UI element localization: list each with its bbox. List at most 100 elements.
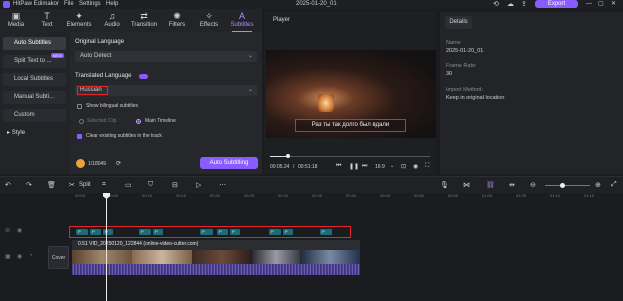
style-label: Style (11, 130, 26, 136)
zoom-in-icon[interactable]: ⊕ (595, 181, 601, 189)
menu-file[interactable]: File (64, 0, 74, 9)
progress-track[interactable] (270, 154, 430, 158)
translated-language-select[interactable]: Russian ⌄ (75, 85, 257, 96)
tab-elements[interactable]: ✦ Elements (63, 10, 95, 32)
prev-frame-icon[interactable]: ⏮ (336, 163, 341, 170)
track-lock-icon[interactable]: ▣ (5, 253, 11, 260)
sidebar-item-local-subtitles[interactable]: Local Subtitles (3, 73, 66, 86)
snap-icon[interactable]: ⇹ (509, 181, 515, 189)
redo-icon[interactable]: ↷ (26, 181, 32, 189)
cloud-icon[interactable]: ☁ (507, 0, 514, 9)
next-frame-icon[interactable]: ⏭ (362, 163, 367, 170)
tab-details[interactable]: Details (445, 16, 472, 29)
playhead[interactable] (103, 193, 110, 301)
subtitle-clip[interactable]: Р (90, 229, 101, 235)
subtitle-clip[interactable]: Р (153, 229, 163, 235)
subtitle-clip[interactable]: Р (103, 229, 113, 235)
main-timeline-radio[interactable] (136, 119, 141, 124)
speed-icon[interactable]: ▷ (196, 181, 201, 189)
zoom-handle[interactable] (560, 183, 565, 188)
zoom-out-icon[interactable]: ⊖ (530, 181, 536, 189)
subtitle-clip[interactable]: Р (217, 229, 228, 235)
sidebar-item-manual-subtitles[interactable]: Manual Subti... (3, 91, 66, 104)
magnet-icon[interactable]: ⋈ (463, 181, 470, 189)
timeline-ruler[interactable]: 00:00 00:05 00:10 00:15 00:20 00:25 00:3… (72, 193, 623, 201)
auto-subtitling-button[interactable]: Auto Subtitling (200, 157, 258, 169)
fullscreen-icon[interactable]: ⛶ (425, 163, 429, 170)
shield-icon[interactable]: ⛉ (148, 181, 153, 189)
mic-icon[interactable]: 🎙 (440, 181, 449, 189)
eye-icon[interactable]: ◉ (17, 227, 22, 234)
more-icon[interactable]: ⋯ (219, 181, 226, 189)
link-icon[interactable]: ⛓ (486, 181, 495, 189)
clear-subtitles-checkbox[interactable] (77, 134, 82, 139)
crop-tool-icon[interactable]: ⌗ (102, 181, 106, 189)
original-language-select[interactable]: Auto Detect ⌄ (75, 51, 257, 62)
selected-clip-radio[interactable] (79, 119, 84, 124)
subtitles-icon: A (238, 11, 245, 21)
minimize-icon[interactable]: — (586, 0, 592, 9)
subtitle-clip[interactable]: Р (320, 229, 332, 235)
lock-icon[interactable]: ⊘ (5, 227, 10, 234)
split-label[interactable]: Split (79, 182, 91, 188)
tab-media-label: Media (7, 22, 25, 28)
subtitle-clip[interactable]: Р (139, 229, 151, 235)
tab-text[interactable]: T Text (31, 10, 63, 32)
subtitle-clip[interactable]: Р (230, 229, 240, 235)
bilingual-checkbox[interactable] (77, 104, 82, 109)
ruler-tick: 00:45 (380, 193, 391, 198)
pause-icon[interactable]: ❚❚ (349, 163, 359, 170)
tab-subtitles[interactable]: A Subtitles (226, 10, 258, 32)
subtitle-clip[interactable]: Р (200, 229, 213, 235)
main-timeline-label: Main Timeline (145, 118, 176, 124)
undo-history-icon[interactable]: ⟲ (493, 0, 499, 9)
ruler-tick: 00:10 (142, 193, 153, 198)
zoom-slider[interactable] (545, 183, 590, 188)
track-mute-icon[interactable]: ◔ (29, 253, 33, 259)
media-icon: ▣ (11, 11, 21, 21)
subtitle-clip[interactable]: Р (76, 229, 88, 235)
tab-filters[interactable]: ✺ Filters (161, 10, 193, 32)
track-eye-icon[interactable]: ◉ (17, 253, 22, 260)
subtitle-clip[interactable]: Р (283, 229, 293, 235)
split-icon[interactable]: ✂ (69, 181, 75, 189)
close-icon[interactable]: ✕ (611, 0, 616, 9)
share-icon[interactable]: ⇪ (521, 0, 527, 9)
ruler-tick: 00:50 (414, 193, 425, 198)
subtitle-tool-icon[interactable]: ⊟ (172, 181, 178, 189)
delete-icon[interactable]: 🗑 (47, 181, 56, 189)
crop-icon[interactable]: ⊡ (401, 163, 406, 170)
tab-media[interactable]: ▣ Media (0, 10, 32, 32)
freeze-icon[interactable]: ▭ (125, 181, 132, 189)
subtitle-overlay[interactable]: Раз ты так долго был вдали (295, 119, 406, 132)
export-button[interactable]: Export (535, 0, 578, 8)
sidebar-item-split-text[interactable]: Split Text to ... NEW (3, 53, 66, 68)
aspect-ratio-select[interactable]: 16:9 (375, 164, 385, 170)
tab-effects-label: Effects (199, 22, 219, 28)
chevron-down-icon: ⌄ (247, 53, 253, 59)
cover-button[interactable]: Cover (48, 246, 69, 269)
sidebar-item-auto-subtitles[interactable]: Auto Subtitles (3, 37, 66, 50)
refresh-icon[interactable]: ⟳ (116, 160, 121, 167)
maximize-icon[interactable]: ▢ (598, 0, 604, 9)
style-section[interactable]: ▸ Style (7, 129, 25, 136)
tab-audio-label: Audio (104, 22, 120, 28)
sidebar-item-custom[interactable]: Custom (3, 109, 66, 122)
subtitle-clip[interactable]: Р (269, 229, 281, 235)
ruler-tick: 00:00 (75, 193, 86, 198)
fit-icon[interactable]: ⤢ (611, 181, 617, 189)
subtitle-track[interactable]: Р Р Р Р Р Р Р Р Р Р Р (69, 226, 351, 238)
menu-settings[interactable]: Settings (79, 0, 101, 9)
tab-audio[interactable]: ♫ Audio (96, 10, 128, 32)
snapshot-icon[interactable]: ◉ (413, 163, 418, 170)
progress-handle[interactable] (286, 154, 290, 158)
chevron-down-icon[interactable]: ⌄ (390, 163, 394, 169)
menu-help[interactable]: Help (106, 0, 118, 9)
video-thumbnail (300, 250, 360, 264)
translate-toggle[interactable] (139, 74, 148, 79)
ruler-tick: 00:55 (448, 193, 459, 198)
project-name: 2025-01-20_01 (296, 1, 337, 7)
undo-icon[interactable]: ↶ (5, 181, 11, 189)
tab-effects[interactable]: ✧ Effects (193, 10, 225, 32)
tab-transition[interactable]: ⇄ Transition (128, 10, 160, 32)
